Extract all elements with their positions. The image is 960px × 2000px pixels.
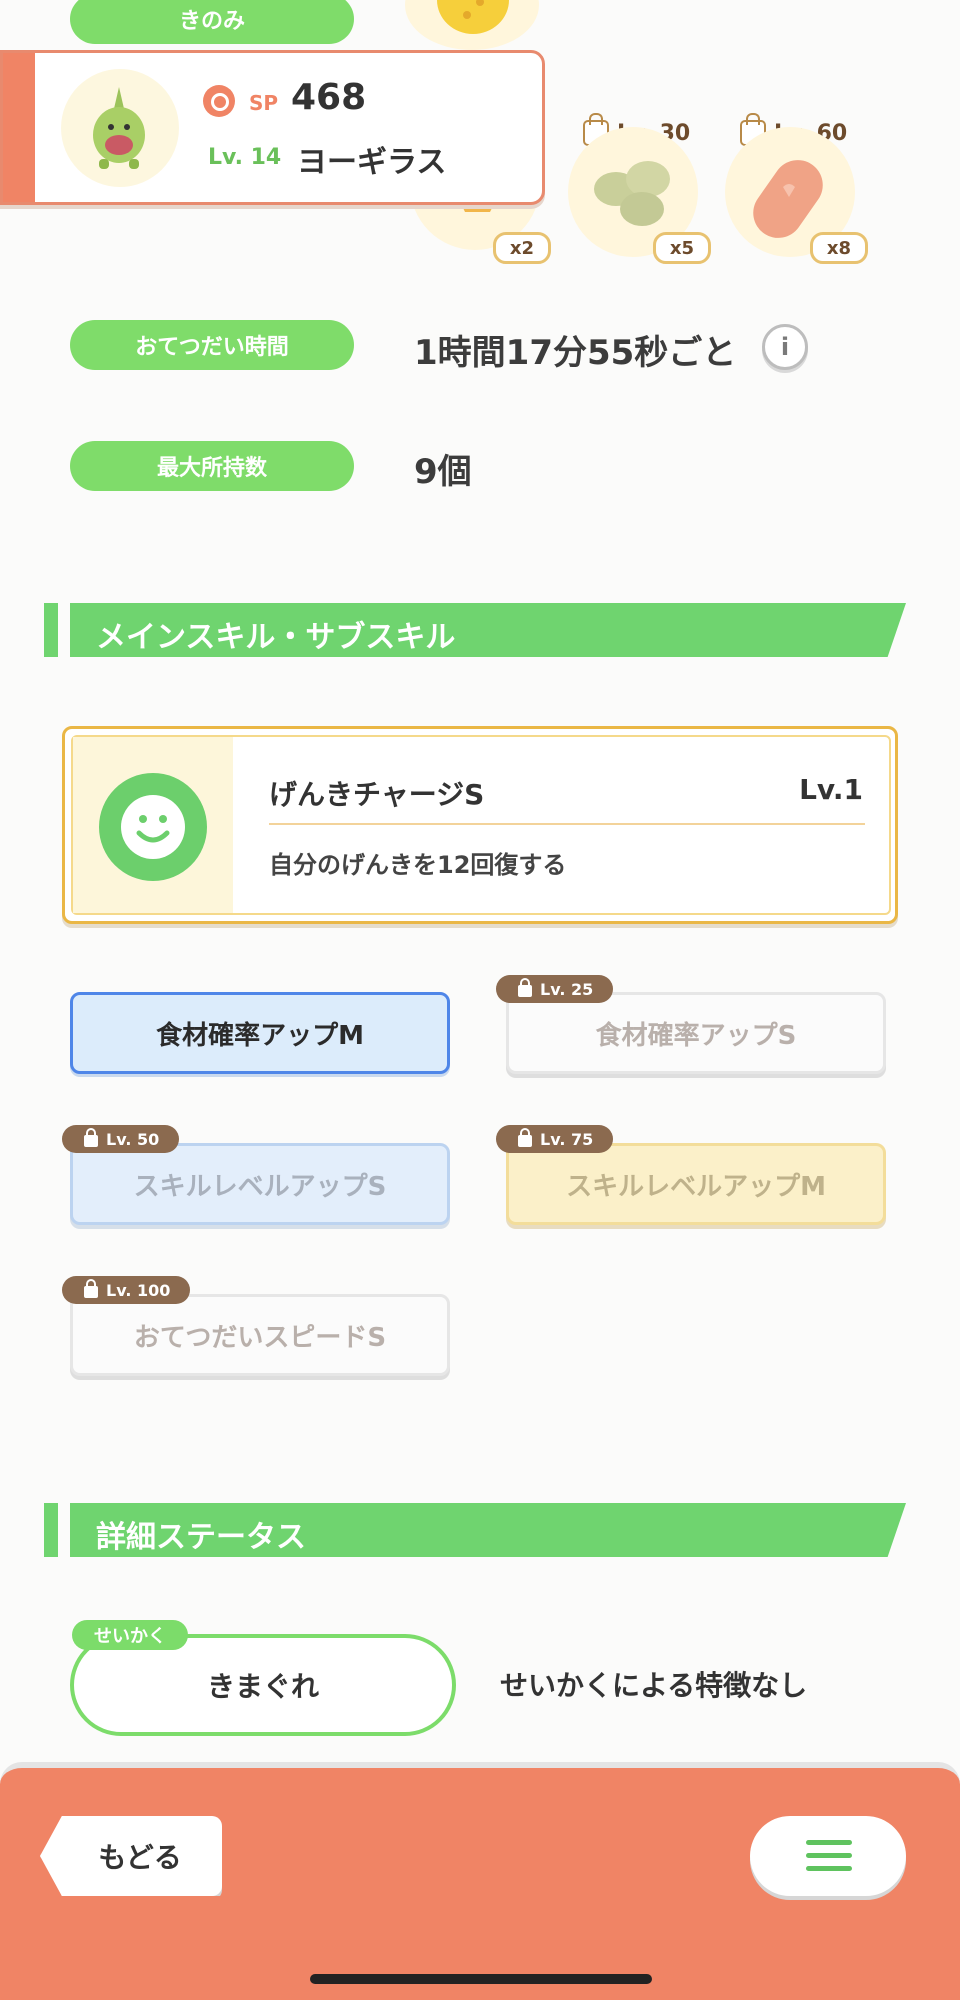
nature-desc: せいかくによる特徴なし: [500, 1669, 808, 1702]
subskill-2-lock-level: Lv. 25: [540, 979, 594, 999]
max-carry-label: 最大所持数: [70, 441, 354, 491]
subskill-5-lock-tag: Lv. 100: [62, 1276, 191, 1304]
card-accent-strip: [3, 53, 35, 202]
detail-section-title: 詳細ステータス: [96, 1520, 306, 1555]
back-button-label: もどる: [98, 1841, 182, 1874]
detail-section-header: 詳細ステータス: [44, 1503, 906, 1557]
sp-label: SP: [249, 91, 279, 115]
subskill-2-lock-tag: Lv. 25: [496, 975, 614, 1003]
hamburger-menu-icon: [806, 1840, 852, 1872]
nature-tag: せいかく: [72, 1620, 188, 1650]
help-time-value: 1時間17分55秒ごと: [414, 333, 737, 373]
berry-label: きのみ: [70, 0, 354, 44]
smile-icon: [99, 773, 207, 881]
skills-section-title: メインスキル・サブスキル: [96, 620, 456, 655]
lock-icon: [518, 1128, 532, 1147]
divider: [269, 823, 865, 825]
subskill-4-lock-tag: Lv. 75: [496, 1125, 614, 1153]
subskill-1[interactable]: 食材確率アップM: [70, 992, 450, 1074]
subskill-5[interactable]: おてつだいスピードS: [70, 1294, 450, 1376]
ingredient-2-count: x5: [653, 232, 711, 264]
berry-icon: [405, 0, 539, 50]
menu-button[interactable]: [750, 1816, 906, 1896]
footer-bar: もどる: [0, 1762, 960, 2000]
ingredient-3-count: x8: [810, 232, 868, 264]
main-skill-level: Lv.1: [799, 773, 863, 806]
lock-icon: [84, 1128, 98, 1147]
subskill-3-lock-tag: Lv. 50: [62, 1125, 180, 1153]
info-icon[interactable]: i: [762, 324, 808, 370]
pokeball-icon: [203, 85, 235, 117]
subskill-3[interactable]: スキルレベルアップS: [70, 1143, 450, 1225]
back-button[interactable]: もどる: [40, 1816, 222, 1896]
nature-value: きまぐれ: [206, 1670, 319, 1703]
ingredient-1-count: x2: [493, 232, 551, 264]
lock-icon: [518, 978, 532, 997]
subskill-4-lock-level: Lv. 75: [540, 1129, 594, 1149]
home-indicator: [310, 1974, 652, 1984]
help-time-label: おてつだい時間: [70, 320, 354, 370]
lock-icon: [84, 1279, 98, 1298]
main-skill-desc: 自分のげんきを12回復する: [269, 851, 567, 879]
subskill-2[interactable]: 食材確率アップS: [506, 992, 886, 1074]
sp-value: 468: [291, 77, 367, 118]
max-carry-value: 9個: [414, 452, 472, 492]
subskill-3-lock-level: Lv. 50: [106, 1129, 160, 1149]
pokemon-name: ヨーギラス: [297, 145, 447, 180]
subskill-5-lock-level: Lv. 100: [106, 1280, 171, 1300]
pokemon-card[interactable]: SP 468 Lv. 14 ヨーギラス: [0, 50, 545, 205]
subskill-4[interactable]: スキルレベルアップM: [506, 1143, 886, 1225]
skills-section-header: メインスキル・サブスキル: [44, 603, 906, 657]
pokemon-level: Lv. 14: [208, 145, 282, 170]
pokemon-avatar: [61, 69, 179, 187]
main-skill-name: げんきチャージS: [269, 778, 485, 811]
main-skill-card[interactable]: げんきチャージS Lv.1 自分のげんきを12回復する: [62, 726, 898, 924]
